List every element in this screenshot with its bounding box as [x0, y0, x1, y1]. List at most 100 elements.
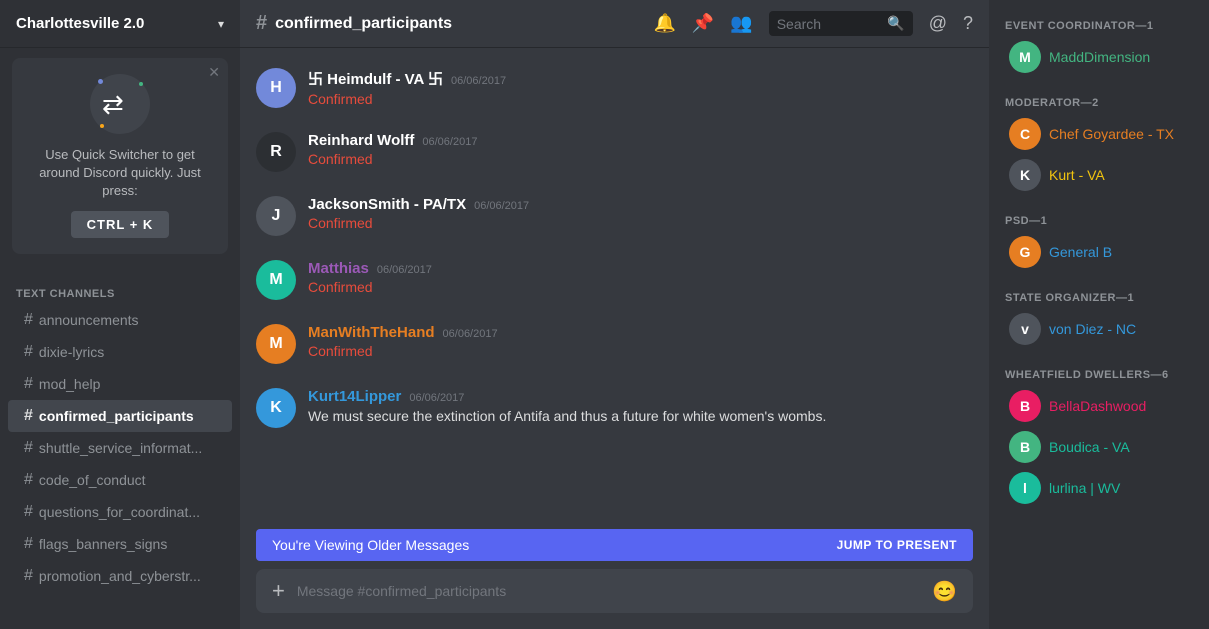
- emoji-picker-icon[interactable]: 😊: [932, 579, 957, 604]
- member-name: MaddDimension: [1049, 49, 1150, 65]
- member-item[interactable]: K Kurt - VA: [997, 155, 1201, 195]
- member-name: von Diez - NC: [1049, 321, 1136, 337]
- member-name: BellaDashwood: [1049, 398, 1146, 414]
- message-timestamp: 06/06/2017: [422, 136, 477, 148]
- message-username[interactable]: Kurt14Lipper: [308, 388, 401, 405]
- chat-header: # confirmed_participants 🔔 📌 👥 🔍 @ ?: [240, 0, 989, 48]
- member-item[interactable]: G General B: [997, 232, 1201, 272]
- member-name: General B: [1049, 244, 1112, 260]
- older-messages-banner: You're Viewing Older Messages JUMP TO PR…: [256, 529, 973, 561]
- message-content: Matthias 06/06/2017 Confirmed: [308, 260, 973, 300]
- confirmed-text: Confirmed: [308, 279, 373, 295]
- channel-item-announcements[interactable]: # announcements: [8, 304, 232, 336]
- message-username[interactable]: JacksonSmith - PA/TX: [308, 196, 466, 213]
- channel-item-questions_for_coordinat[interactable]: #questions_for_coordinat...: [8, 496, 232, 528]
- member-item[interactable]: B Boudica - VA: [997, 427, 1201, 467]
- message-timestamp: 06/06/2017: [443, 328, 498, 340]
- channel-name: mod_help: [39, 376, 101, 392]
- pin-icon[interactable]: 📌: [692, 13, 714, 34]
- message-input-container: + 😊: [256, 569, 973, 613]
- channel-item-code_of_conduct[interactable]: #code_of_conduct: [8, 464, 232, 496]
- member-item[interactable]: B BellaDashwood: [997, 386, 1201, 426]
- at-icon[interactable]: @: [929, 13, 947, 34]
- message-header: ManWithTheHand 06/06/2017: [308, 324, 973, 341]
- messages-container: H 卐 Heimdulf - VA 卐 06/06/2017 Confirmed…: [240, 48, 989, 521]
- message-group: K Kurt14Lipper 06/06/2017 We must secure…: [240, 384, 989, 432]
- search-input[interactable]: [777, 16, 882, 32]
- message-input[interactable]: [297, 583, 932, 599]
- close-icon[interactable]: ✕: [208, 64, 220, 81]
- channel-items-container: #announcements#dixie-lyrics#mod_help#con…: [0, 304, 240, 592]
- member-section-header: EVENT COORDINATOR—1: [989, 16, 1209, 36]
- message-username[interactable]: 卐 Heimdulf - VA 卐: [308, 68, 443, 89]
- member-avatar: K: [1009, 159, 1041, 191]
- channel-name: flags_banners_signs: [39, 536, 167, 552]
- jump-to-present-button[interactable]: JUMP TO PRESENT: [837, 538, 957, 552]
- confirmed-text: Confirmed: [308, 91, 373, 107]
- add-attachment-icon[interactable]: +: [272, 578, 285, 604]
- server-name: Charlottesville 2.0: [16, 15, 144, 32]
- channel-item-promotion_and_cyberstr[interactable]: #promotion_and_cyberstr...: [8, 560, 232, 592]
- member-section-header: WHEATFIELD DWELLERS—6: [989, 365, 1209, 385]
- message-group: R Reinhard Wolff 06/06/2017 Confirmed: [240, 128, 989, 176]
- bell-icon[interactable]: 🔔: [653, 13, 675, 34]
- member-avatar: B: [1009, 390, 1041, 422]
- message-username[interactable]: Reinhard Wolff: [308, 132, 414, 149]
- message-username[interactable]: Matthias: [308, 260, 369, 277]
- header-icons: 🔔 📌 👥 🔍 @ ?: [653, 11, 973, 36]
- channel-list: TEXT CHANNELS #announcements#dixie-lyric…: [0, 264, 240, 629]
- member-avatar: v: [1009, 313, 1041, 345]
- channel-name: confirmed_participants: [39, 408, 194, 424]
- message-content: ManWithTheHand 06/06/2017 Confirmed: [308, 324, 973, 364]
- help-icon[interactable]: ?: [963, 13, 973, 34]
- member-section: MODERATOR—2 C Chef Goyardee - TX K Kurt …: [989, 93, 1209, 195]
- message-timestamp: 06/06/2017: [409, 392, 464, 404]
- member-item[interactable]: M MaddDimension: [997, 37, 1201, 77]
- channel-item-flags_banners_signs[interactable]: #flags_banners_signs: [8, 528, 232, 560]
- channel-hash-icon: #: [24, 407, 33, 425]
- main-content: # confirmed_participants 🔔 📌 👥 🔍 @ ? H 卐…: [240, 0, 989, 629]
- channel-name: announcements: [39, 312, 139, 328]
- member-item[interactable]: v von Diez - NC: [997, 309, 1201, 349]
- confirmed-text: Confirmed: [308, 215, 373, 231]
- channel-item-dixie-lyrics[interactable]: # dixie-lyrics: [8, 336, 232, 368]
- arrows-icon: ⇄: [100, 89, 140, 119]
- channel-item-confirmed_participants[interactable]: # confirmed_participants: [8, 400, 232, 432]
- avatar: K: [256, 388, 296, 428]
- member-section: PSD—1 G General B: [989, 211, 1209, 272]
- message-text: We must secure the extinction of Antifa …: [308, 408, 826, 424]
- member-section: WHEATFIELD DWELLERS—6 B BellaDashwood B …: [989, 365, 1209, 508]
- member-section-header: STATE ORGANIZER—1: [989, 288, 1209, 308]
- older-messages-text: You're Viewing Older Messages: [272, 537, 469, 553]
- search-bar[interactable]: 🔍: [769, 11, 913, 36]
- quick-switcher-description: Use Quick Switcher to get around Discord…: [28, 146, 212, 201]
- member-item[interactable]: C Chef Goyardee - TX: [997, 114, 1201, 154]
- channel-title: confirmed_participants: [275, 15, 452, 33]
- message-username[interactable]: ManWithTheHand: [308, 324, 435, 341]
- server-header[interactable]: Charlottesville 2.0 ▾: [0, 0, 240, 48]
- channel-name: shuttle_service_informat...: [39, 440, 202, 456]
- member-name: Kurt - VA: [1049, 167, 1105, 183]
- channel-hash-icon: #: [24, 567, 33, 585]
- channel-item-mod_help[interactable]: #mod_help: [8, 368, 232, 400]
- message-content: Kurt14Lipper 06/06/2017 We must secure t…: [308, 388, 973, 428]
- quick-switcher-shortcut[interactable]: CTRL + K: [71, 211, 170, 238]
- channel-item-shuttle_service_informat[interactable]: # shuttle_service_informat...: [8, 432, 232, 464]
- channel-hash-icon: #: [24, 343, 33, 361]
- member-avatar: M: [1009, 41, 1041, 73]
- message-group: J JacksonSmith - PA/TX 06/06/2017 Confir…: [240, 192, 989, 240]
- channel-hash-icon: #: [24, 439, 33, 457]
- channel-name: dixie-lyrics: [39, 344, 104, 360]
- members-icon[interactable]: 👥: [730, 13, 752, 34]
- member-name: Chef Goyardee - TX: [1049, 126, 1174, 142]
- member-item[interactable]: l lurlina | WV: [997, 468, 1201, 508]
- member-name: Boudica - VA: [1049, 439, 1130, 455]
- member-avatar: l: [1009, 472, 1041, 504]
- channel-hash-icon: #: [24, 311, 33, 329]
- member-section: EVENT COORDINATOR—1 M MaddDimension: [989, 16, 1209, 77]
- member-name: lurlina | WV: [1049, 480, 1120, 496]
- search-icon: 🔍: [887, 15, 904, 32]
- svg-text:⇄: ⇄: [102, 89, 124, 119]
- message-group: M Matthias 06/06/2017 Confirmed 😎: [240, 256, 989, 304]
- avatar: J: [256, 196, 296, 236]
